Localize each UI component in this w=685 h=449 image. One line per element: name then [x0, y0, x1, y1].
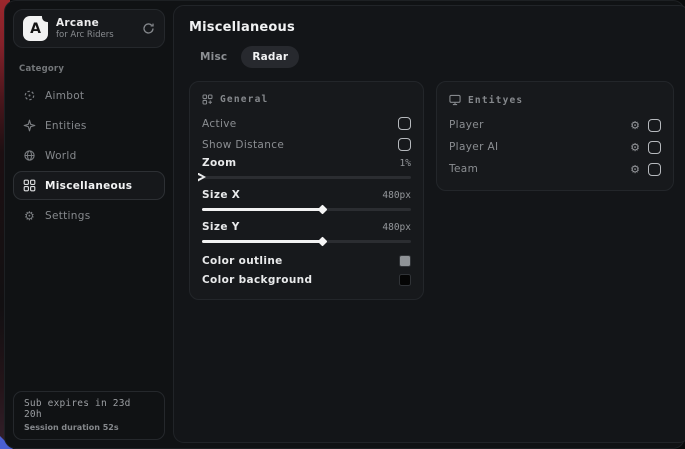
size-x-slider[interactable] [202, 208, 411, 211]
entity-label: Player [449, 119, 484, 131]
setting-label: Size Y [202, 221, 240, 233]
slider-fill [202, 208, 323, 211]
panels-row: General Active Show Distance Zoom 1% [189, 81, 674, 300]
slider-thumb[interactable] [318, 236, 328, 246]
entity-label: Player AI [449, 141, 498, 153]
sidebar-item-label: Entities [45, 120, 87, 132]
gear-icon[interactable]: ⚙ [630, 142, 640, 153]
setting-row-show-distance: Show Distance [202, 134, 411, 155]
crosshair-icon [23, 89, 36, 102]
setting-label: Color outline [202, 255, 283, 267]
sidebar: A Arcane for Arc Riders Category Aimbot … [5, 1, 173, 448]
entity-row-player: Player ⚙ [449, 114, 661, 136]
category-label: Category [19, 64, 159, 74]
slider-thumb[interactable] [198, 173, 206, 182]
session-duration-text: Session duration 52s [24, 423, 154, 432]
sidebar-item-world[interactable]: World [13, 141, 165, 170]
setting-row-active: Active [202, 113, 411, 134]
setting-label: Show Distance [202, 139, 284, 151]
sidebar-item-label: Settings [45, 210, 90, 222]
zoom-slider[interactable] [202, 176, 411, 179]
size-y-slider[interactable] [202, 240, 411, 243]
tab-bar: Misc Radar [189, 46, 674, 68]
sidebar-item-miscellaneous[interactable]: Miscellaneous [13, 171, 165, 200]
layout-grid-icon [202, 94, 213, 105]
zoom-value: 1% [400, 158, 411, 169]
sidebar-item-entities[interactable]: Entities [13, 111, 165, 140]
general-panel: General Active Show Distance Zoom 1% [189, 81, 424, 300]
setting-row-color-outline: Color outline [202, 251, 411, 270]
sidebar-item-label: Miscellaneous [45, 180, 132, 192]
setting-label: Size X [202, 189, 240, 201]
logo-card: A Arcane for Arc Riders [13, 9, 165, 48]
subscription-card: Sub expires in 23d 20h Session duration … [13, 391, 165, 440]
app-logo: A [23, 16, 48, 41]
panel-title: Entityes [468, 95, 523, 106]
setting-row-color-background: Color background [202, 270, 411, 289]
setting-row-size-y: Size Y 480px [202, 219, 411, 243]
app-window: A Arcane for Arc Riders Category Aimbot … [4, 0, 685, 449]
setting-label: Active [202, 118, 237, 130]
size-y-value: 480px [382, 222, 411, 233]
sub-expiry-text: Sub expires in 23d 20h [24, 398, 154, 420]
gear-icon[interactable]: ⚙ [630, 120, 640, 131]
sidebar-item-label: World [45, 150, 77, 162]
main-panel: Miscellaneous Misc Radar General Active [173, 5, 685, 443]
app-subtitle: for Arc Riders [56, 30, 114, 41]
tab-misc[interactable]: Misc [189, 46, 238, 68]
team-checkbox[interactable] [648, 163, 661, 176]
entity-label: Team [449, 163, 478, 175]
show-distance-checkbox[interactable] [398, 138, 411, 151]
sidebar-item-aimbot[interactable]: Aimbot [13, 81, 165, 110]
player-checkbox[interactable] [648, 119, 661, 132]
monitor-icon [449, 94, 461, 106]
active-checkbox[interactable] [398, 117, 411, 130]
color-outline-swatch[interactable] [399, 255, 411, 267]
page-title: Miscellaneous [189, 20, 674, 35]
logo-initial: A [30, 21, 41, 37]
setting-row-zoom: Zoom 1% [202, 155, 411, 179]
panel-title: General [220, 94, 268, 105]
refresh-icon[interactable] [142, 22, 155, 35]
entities-panel: Entityes Player ⚙ Player AI ⚙ [436, 81, 674, 191]
entity-row-team: Team ⚙ [449, 158, 661, 180]
entity-row-player-ai: Player AI ⚙ [449, 136, 661, 158]
player-ai-checkbox[interactable] [648, 141, 661, 154]
setting-label: Zoom [202, 157, 236, 169]
size-x-value: 480px [382, 190, 411, 201]
gear-icon: ⚙ [23, 210, 36, 222]
entities-icon [23, 119, 36, 132]
gear-icon[interactable]: ⚙ [630, 164, 640, 175]
globe-icon [23, 149, 36, 162]
sidebar-item-settings[interactable]: ⚙ Settings [13, 201, 165, 230]
app-title: Arcane [56, 17, 114, 30]
setting-row-size-x: Size X 480px [202, 187, 411, 211]
tab-radar[interactable]: Radar [241, 46, 299, 68]
grid-icon [23, 179, 36, 192]
slider-thumb[interactable] [318, 204, 328, 214]
slider-fill [202, 240, 323, 243]
sidebar-item-label: Aimbot [45, 90, 84, 102]
color-background-swatch[interactable] [399, 274, 411, 286]
setting-label: Color background [202, 274, 312, 286]
